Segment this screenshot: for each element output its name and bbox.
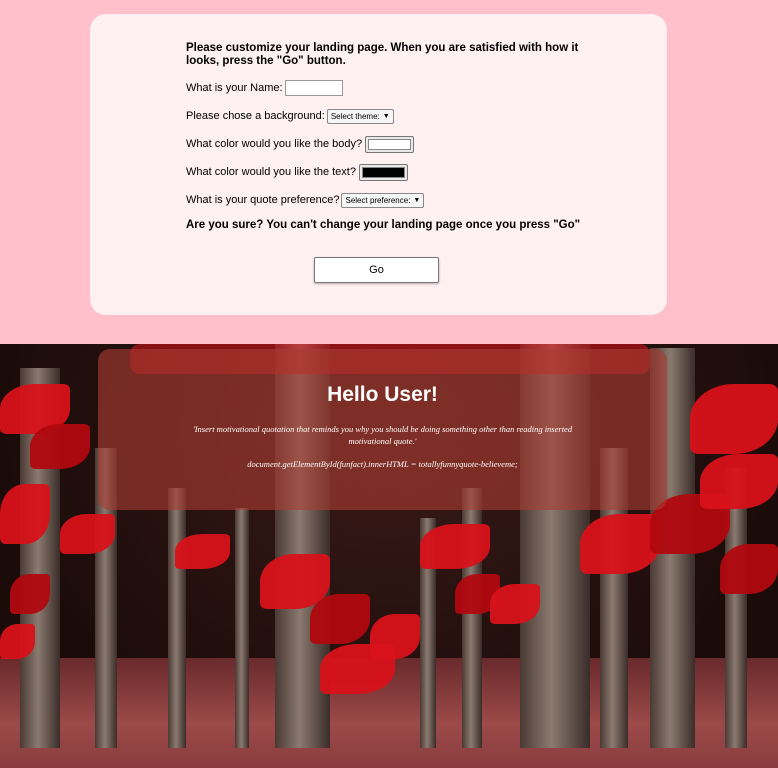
- leaf: [490, 584, 540, 624]
- text-color-fill: [361, 166, 405, 178]
- body-color-fill: [368, 138, 412, 150]
- text-color-label: What color would you like the text?: [186, 166, 356, 178]
- settings-form: Please customize your landing page. When…: [186, 42, 586, 283]
- quote-select[interactable]: Select preference: ▼: [341, 192, 425, 208]
- settings-section: Please customize your landing page. When…: [0, 0, 778, 344]
- text-color-picker[interactable]: [358, 163, 408, 181]
- quote-row: What is your quote preference? Select pr…: [186, 191, 586, 209]
- go-button[interactable]: Go: [314, 257, 439, 283]
- text-color-row: What color would you like the text?: [186, 163, 586, 181]
- leaf: [0, 624, 35, 659]
- leaf: [420, 524, 490, 569]
- chevron-down-icon: ▼: [382, 112, 390, 120]
- leaf: [10, 574, 50, 614]
- leaf: [0, 484, 50, 544]
- background-select[interactable]: Select theme: ▼: [326, 108, 394, 124]
- body-color-row: What color would you like the body?: [186, 135, 586, 153]
- intro-text: Please customize your landing page. When…: [186, 42, 579, 67]
- leaf: [700, 454, 778, 509]
- name-row: What is your Name:: [186, 79, 586, 97]
- background-row: Please chose a background: Select theme:…: [186, 107, 586, 125]
- body-color-label: What color would you like the body?: [186, 138, 363, 150]
- leaf: [310, 594, 370, 644]
- warning-text: Are you sure? You can't change your land…: [186, 219, 581, 231]
- tree-trunk: [235, 508, 249, 748]
- chevron-down-icon: ▼: [413, 196, 421, 204]
- body-color-picker[interactable]: [365, 135, 415, 153]
- fun-fact-text: document.getElementById(funfact).innerHT…: [247, 459, 518, 469]
- background-label: Please chose a background:: [186, 110, 325, 122]
- name-input[interactable]: [284, 80, 343, 96]
- leaf: [580, 514, 660, 574]
- leaf: [60, 514, 115, 554]
- greeting-heading: Hello User!: [327, 383, 438, 406]
- leaf: [30, 424, 90, 469]
- tree-trunk: [168, 488, 186, 748]
- leaf: [370, 614, 420, 659]
- quote-text: 'Insert motivational quotation that remi…: [192, 424, 573, 446]
- name-label: What is your Name:: [186, 82, 283, 94]
- leaf: [690, 384, 778, 454]
- landing-preview-card: Hello User! 'Insert motivational quotati…: [98, 349, 667, 510]
- background-select-value: Select theme:: [330, 111, 380, 121]
- settings-card: Please customize your landing page. When…: [90, 14, 667, 315]
- leaf: [720, 544, 778, 594]
- quote-select-value: Select preference:: [345, 195, 411, 205]
- quote-label: What is your quote preference?: [186, 194, 340, 206]
- leaf: [175, 534, 230, 569]
